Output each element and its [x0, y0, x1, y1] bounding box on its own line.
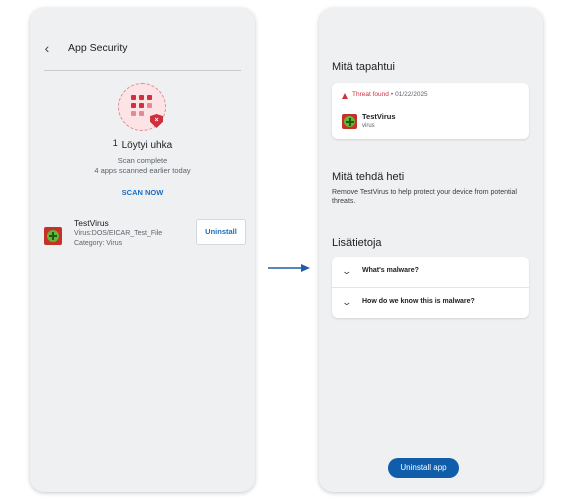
- faq-item-how-we-know[interactable]: ⌄ How do we know this is malware?: [332, 288, 529, 318]
- threat-illustration: ×: [118, 83, 166, 131]
- chevron-down-icon: ⌄: [341, 297, 353, 307]
- arrow-right-icon: [268, 264, 310, 272]
- page-title: App Security: [68, 42, 128, 54]
- threat-count: 1: [112, 138, 118, 148]
- what-to-do-text: Remove TestVirus to help protect your de…: [332, 189, 517, 205]
- what-to-do-heading: Mitä tehdä heti: [332, 171, 405, 183]
- uninstall-button[interactable]: Uninstall: [196, 219, 246, 245]
- warning-icon: [342, 93, 348, 99]
- threat-status: Threat found: [352, 91, 389, 98]
- threat-date: 01/22/2025: [395, 91, 428, 98]
- chevron-down-icon: ⌄: [341, 266, 353, 276]
- uninstall-app-button[interactable]: Uninstall app: [388, 458, 459, 478]
- scan-now-button[interactable]: SCAN NOW: [30, 188, 255, 197]
- threat-title: Löytyi uhka: [121, 140, 173, 151]
- faq-label: What's malware?: [362, 267, 419, 274]
- header-divider: [44, 70, 241, 71]
- scan-detail: 4 apps scanned earlier today: [94, 166, 191, 175]
- app-security-screen: ‹ App Security × 1 Löytyi uhka Scan comp…: [30, 8, 255, 492]
- threat-type: virus: [362, 123, 375, 129]
- faq-item-whats-malware[interactable]: ⌄ What's malware?: [332, 257, 529, 287]
- app-name: TestVirus: [74, 218, 109, 228]
- separator: •: [390, 91, 394, 98]
- app-threat-detail: Virus:DOS/EICAR_Test_File: [74, 230, 163, 237]
- virus-app-icon: [342, 114, 357, 129]
- threat-event-card: Threat found • 01/22/2025 TestVirus virus: [332, 83, 529, 139]
- threat-heading: 1 Löytyi uhka: [30, 138, 255, 151]
- faq-card: ⌄ What's malware? ⌄ How do we know this …: [332, 257, 529, 318]
- back-arrow-icon[interactable]: ‹: [40, 41, 54, 55]
- app-grid-icon: [131, 95, 152, 116]
- scan-status: Scan complete: [117, 156, 168, 165]
- threat-app-name: TestVirus: [362, 112, 396, 121]
- more-info-heading: Lisätietoja: [332, 237, 382, 249]
- faq-label: How do we know this is malware?: [362, 298, 475, 305]
- threat-details-screen: Mitä tapahtui Threat found • 01/22/2025 Te…: [319, 8, 543, 492]
- what-happened-heading: Mitä tapahtui: [332, 61, 395, 73]
- virus-app-icon: [44, 227, 62, 245]
- threat-event-line: Threat found • 01/22/2025: [352, 91, 428, 98]
- app-category: Category: Virus: [74, 240, 123, 247]
